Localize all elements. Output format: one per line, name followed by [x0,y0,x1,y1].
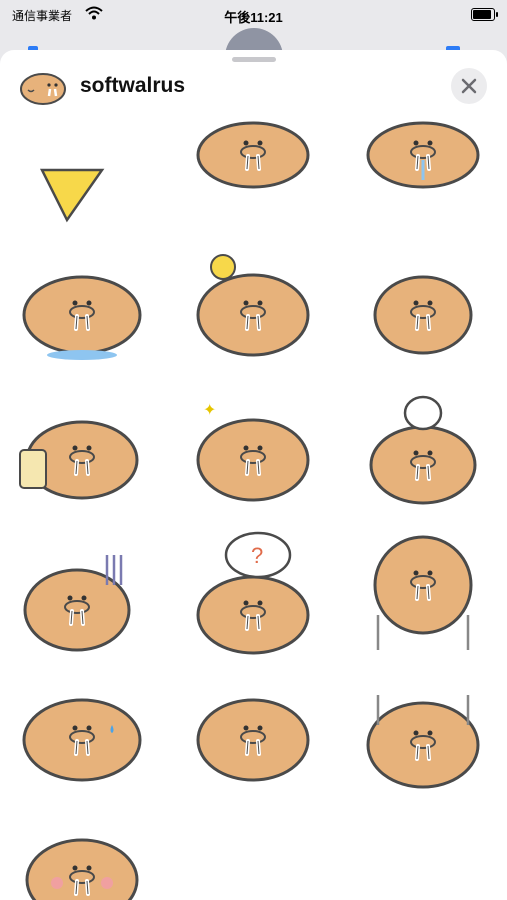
sticker-walrus-drool-art [366,121,480,189]
battery-level [473,10,491,19]
sticker-blushing[interactable] [0,810,167,900]
sticker-grid: ✦? [0,115,507,900]
sticker-drinking-art [19,420,139,500]
sticker-walrus-drool[interactable] [338,110,507,240]
sticker-walrus-peek-art [196,121,310,189]
sticker-sparkle-eyes[interactable]: ✦ [168,385,338,515]
close-icon [461,78,477,94]
status-time: 午後11:21 [224,10,283,25]
sticker-question-art: ? [196,531,310,655]
status-bar: 通信事業者 午後11:21 [0,0,507,30]
sticker-gloomy[interactable] [0,525,167,655]
sticker-cheese-art [39,168,105,223]
battery-icon [471,8,498,21]
sticker-rice-ball-art [369,395,477,505]
sticker-sweating-art [22,698,142,782]
svg-text:✦: ✦ [203,402,216,419]
svg-text:?: ? [251,543,263,568]
sticker-blushing-art [25,838,139,900]
sticker-trembling-art [373,275,473,355]
sticker-question[interactable]: ? [168,525,338,655]
sticker-pack-title: softwalrus [80,74,186,97]
sticker-sheet: softwalrus ✦? [0,50,507,900]
sticker-sparkle-eyes-art: ✦ [196,402,310,502]
sticker-plain-art [196,698,310,782]
sticker-shivering[interactable] [338,525,507,655]
sticker-shocked[interactable] [338,670,507,800]
sticker-cheese[interactable] [0,110,167,240]
sticker-drinking[interactable] [0,385,167,515]
sticker-trembling[interactable] [338,245,507,375]
sheet-grabber[interactable] [232,57,276,62]
sticker-drool-puddle[interactable] [0,245,167,375]
sticker-sweating[interactable] [0,670,167,800]
sticker-drool-puddle-art [22,275,142,360]
sticker-gloomy-art [23,555,131,652]
sticker-rice-ball[interactable] [338,385,507,515]
sticker-shivering-art [373,535,473,650]
close-button[interactable] [451,68,487,104]
app-avatar-icon [20,73,66,105]
sticker-sunny-thinking[interactable] [168,245,338,375]
sticker-sunny-thinking-art [196,254,310,357]
sticker-shocked-art [366,695,480,789]
sticker-walrus-peek[interactable] [168,110,338,240]
sticker-plain[interactable] [168,670,338,800]
sheet-header: softwalrus [0,64,507,116]
